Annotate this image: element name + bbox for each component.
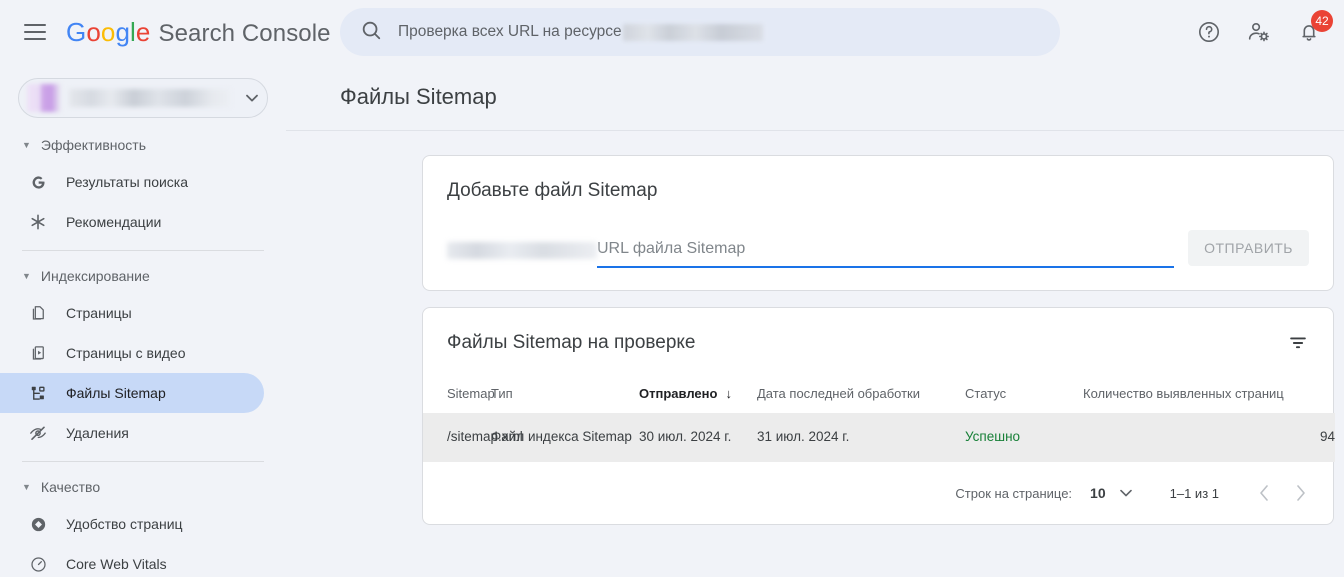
sitemap-url-input[interactable]: URL файла Sitemap — [597, 240, 1175, 268]
sidebar-item-core-web-vitals[interactable]: Core Web Vitals — [0, 544, 264, 577]
sort-descending-icon: ↓ — [725, 386, 732, 401]
search-console-app: Google Search Console Проверка всех URL … — [0, 0, 1344, 577]
cell-last-read: 31 июл. 2024 г. — [757, 429, 850, 444]
caret-icon: ▼ — [22, 139, 31, 150]
nav-group-label: Эффективность — [40, 137, 146, 153]
sitemaps-table: Sitemap Тип Отправлено ↓ Дата последней о… — [423, 378, 1335, 462]
sidebar-item-sitemaps[interactable]: Файлы Sitemap — [0, 373, 264, 413]
sidebar-item-label: Результаты поиска — [66, 174, 189, 190]
sidebar-item-removals[interactable]: Удаления — [0, 413, 264, 453]
cell-sitemap[interactable]: /sitemap.xml — [423, 413, 523, 462]
nav-group-indexing[interactable]: ▼ Индексирование — [0, 259, 286, 293]
sidebar-item-label: Страницы — [66, 305, 132, 321]
sidebar-item-search-results[interactable]: Результаты поиска — [0, 162, 264, 202]
table-head: Sitemap Тип Отправлено ↓ Дата последней о… — [423, 378, 1335, 413]
bell-icon[interactable]: 42 — [1296, 10, 1333, 45]
sitemap-url-prefix-redacted — [447, 242, 597, 259]
pagination-range: 1–1 из 1 — [1169, 485, 1219, 501]
pages-icon — [26, 301, 50, 325]
rows-per-page-label: Строк на странице: — [955, 485, 1073, 501]
video-pages-icon — [26, 341, 50, 365]
cell-status: Успешно — [965, 429, 1021, 444]
google-logo: Google — [66, 16, 151, 47]
nav-group-performance[interactable]: ▼ Эффективность — [0, 128, 286, 162]
column-header-sitemap[interactable]: Sitemap — [423, 378, 495, 413]
cell-discovered-pages: 94 — [1319, 429, 1335, 444]
caret-icon: ▼ — [22, 270, 31, 281]
column-header-status[interactable]: Статус — [965, 378, 1083, 413]
chevron-right-icon[interactable] — [1291, 484, 1309, 502]
sidebar-item-label: Рекомендации — [66, 214, 162, 230]
filter-icon[interactable] — [1285, 330, 1311, 356]
add-sitemap-row: URL файла Sitemap ОТПРАВИТЬ — [447, 230, 1309, 268]
cell-type: Файл индекса Sitemap — [491, 429, 632, 444]
main-content: Файлы Sitemap Добавьте файл Sitemap URL … — [286, 64, 1344, 577]
redacted-property-domain — [622, 23, 763, 41]
chevron-left-icon[interactable] — [1255, 484, 1273, 502]
sidebar-item-pages[interactable]: Страницы — [0, 293, 264, 333]
content-area: Добавьте файл Sitemap URL файла Sitemap … — [286, 131, 1344, 525]
page-title: Файлы Sitemap — [340, 84, 497, 109]
page-experience-icon — [26, 512, 50, 536]
column-header-submitted-label: Отправлено — [639, 386, 718, 401]
notification-badge: 42 — [1311, 10, 1333, 32]
nav-group-quality[interactable]: ▼ Качество — [0, 470, 286, 504]
account-settings-icon[interactable] — [1246, 19, 1272, 45]
table-body: /sitemap.xml Файл индекса Sitemap 30 июл… — [423, 413, 1335, 462]
sitemaps-table-card: Файлы Sitemap на проверке Sitemap Тип От… — [422, 307, 1335, 525]
table-header-row-cells: Sitemap Тип Отправлено ↓ Дата последней о… — [423, 378, 1335, 413]
hamburger-menu-icon[interactable] — [24, 20, 48, 44]
sidebar-item-label: Файлы Sitemap — [66, 385, 166, 401]
sidebar-item-label: Страницы с видео — [66, 345, 186, 361]
nav-group-label: Качество — [40, 479, 101, 495]
column-header-type[interactable]: Тип — [491, 378, 639, 413]
search-placeholder: Проверка всех URL на ресурсе — [398, 23, 763, 41]
sitemaps-table-title: Файлы Sitemap на проверке — [447, 332, 696, 353]
speed-gauge-icon — [26, 552, 50, 576]
product-name: Search Console — [158, 19, 331, 47]
sidebar-item-label: Удаления — [66, 425, 129, 441]
help-circle-icon[interactable] — [1196, 19, 1222, 45]
property-name-redacted — [69, 89, 231, 107]
sidebar-item-recommendations[interactable]: Рекомендации — [0, 202, 264, 242]
cell-submitted: 30 июл. 2024 г. — [639, 429, 732, 444]
sidebar-item-label: Удобство страниц — [66, 516, 183, 532]
top-bar-actions: 42 — [1196, 0, 1333, 64]
add-sitemap-card: Добавьте файл Sitemap URL файла Sitemap … — [422, 155, 1334, 291]
page-header: Файлы Sitemap — [286, 64, 1344, 130]
sidebar-divider — [22, 250, 264, 251]
submit-sitemap-button[interactable]: ОТПРАВИТЬ — [1188, 230, 1309, 266]
sidebar-item-page-experience[interactable]: Удобство страниц — [0, 504, 264, 544]
column-header-submitted[interactable]: Отправлено ↓ — [639, 378, 757, 413]
caret-icon: ▼ — [22, 481, 31, 492]
search-icon — [340, 19, 382, 46]
search-placeholder-text: Проверка всех URL на ресурсе — [398, 23, 622, 40]
property-avatar — [27, 84, 61, 112]
sidebar-item-label: Core Web Vitals — [66, 556, 167, 572]
pagination-bar: Строк на странице: 10 1–1 из 1 — [423, 462, 1333, 524]
nav-group-label: Индексирование — [40, 268, 150, 284]
brand-logo: Google Search Console — [66, 17, 331, 48]
eye-off-icon — [26, 421, 50, 445]
sidebar-divider — [22, 461, 264, 462]
sitemap-tree-icon — [26, 381, 50, 405]
google-g-icon — [26, 170, 50, 194]
global-search-bar[interactable]: Проверка всех URL на ресурсе — [340, 8, 1060, 56]
rows-per-page-value[interactable]: 10 — [1090, 485, 1106, 501]
table-row[interactable]: /sitemap.xml Файл индекса Sitemap 30 июл… — [423, 413, 1335, 462]
sidebar-item-video-pages[interactable]: Страницы с видео — [0, 333, 264, 373]
add-sitemap-title: Добавьте файл Sitemap — [447, 180, 658, 201]
chevron-down-icon[interactable] — [1119, 489, 1132, 497]
pagination-nav — [1255, 484, 1309, 502]
chevron-down-icon — [237, 94, 267, 102]
top-bar: Google Search Console Проверка всех URL … — [0, 0, 1344, 64]
column-header-last-read[interactable]: Дата последней обработки — [757, 378, 965, 413]
property-selector[interactable] — [18, 78, 268, 118]
column-header-discovered-pages[interactable]: Количество выявленных страниц — [1083, 378, 1335, 413]
table-header-row: Файлы Sitemap на проверке — [423, 308, 1333, 356]
asterisk-icon — [26, 210, 50, 234]
sidebar: ▼ Эффективность Результаты поиска Рекоме… — [0, 64, 286, 577]
